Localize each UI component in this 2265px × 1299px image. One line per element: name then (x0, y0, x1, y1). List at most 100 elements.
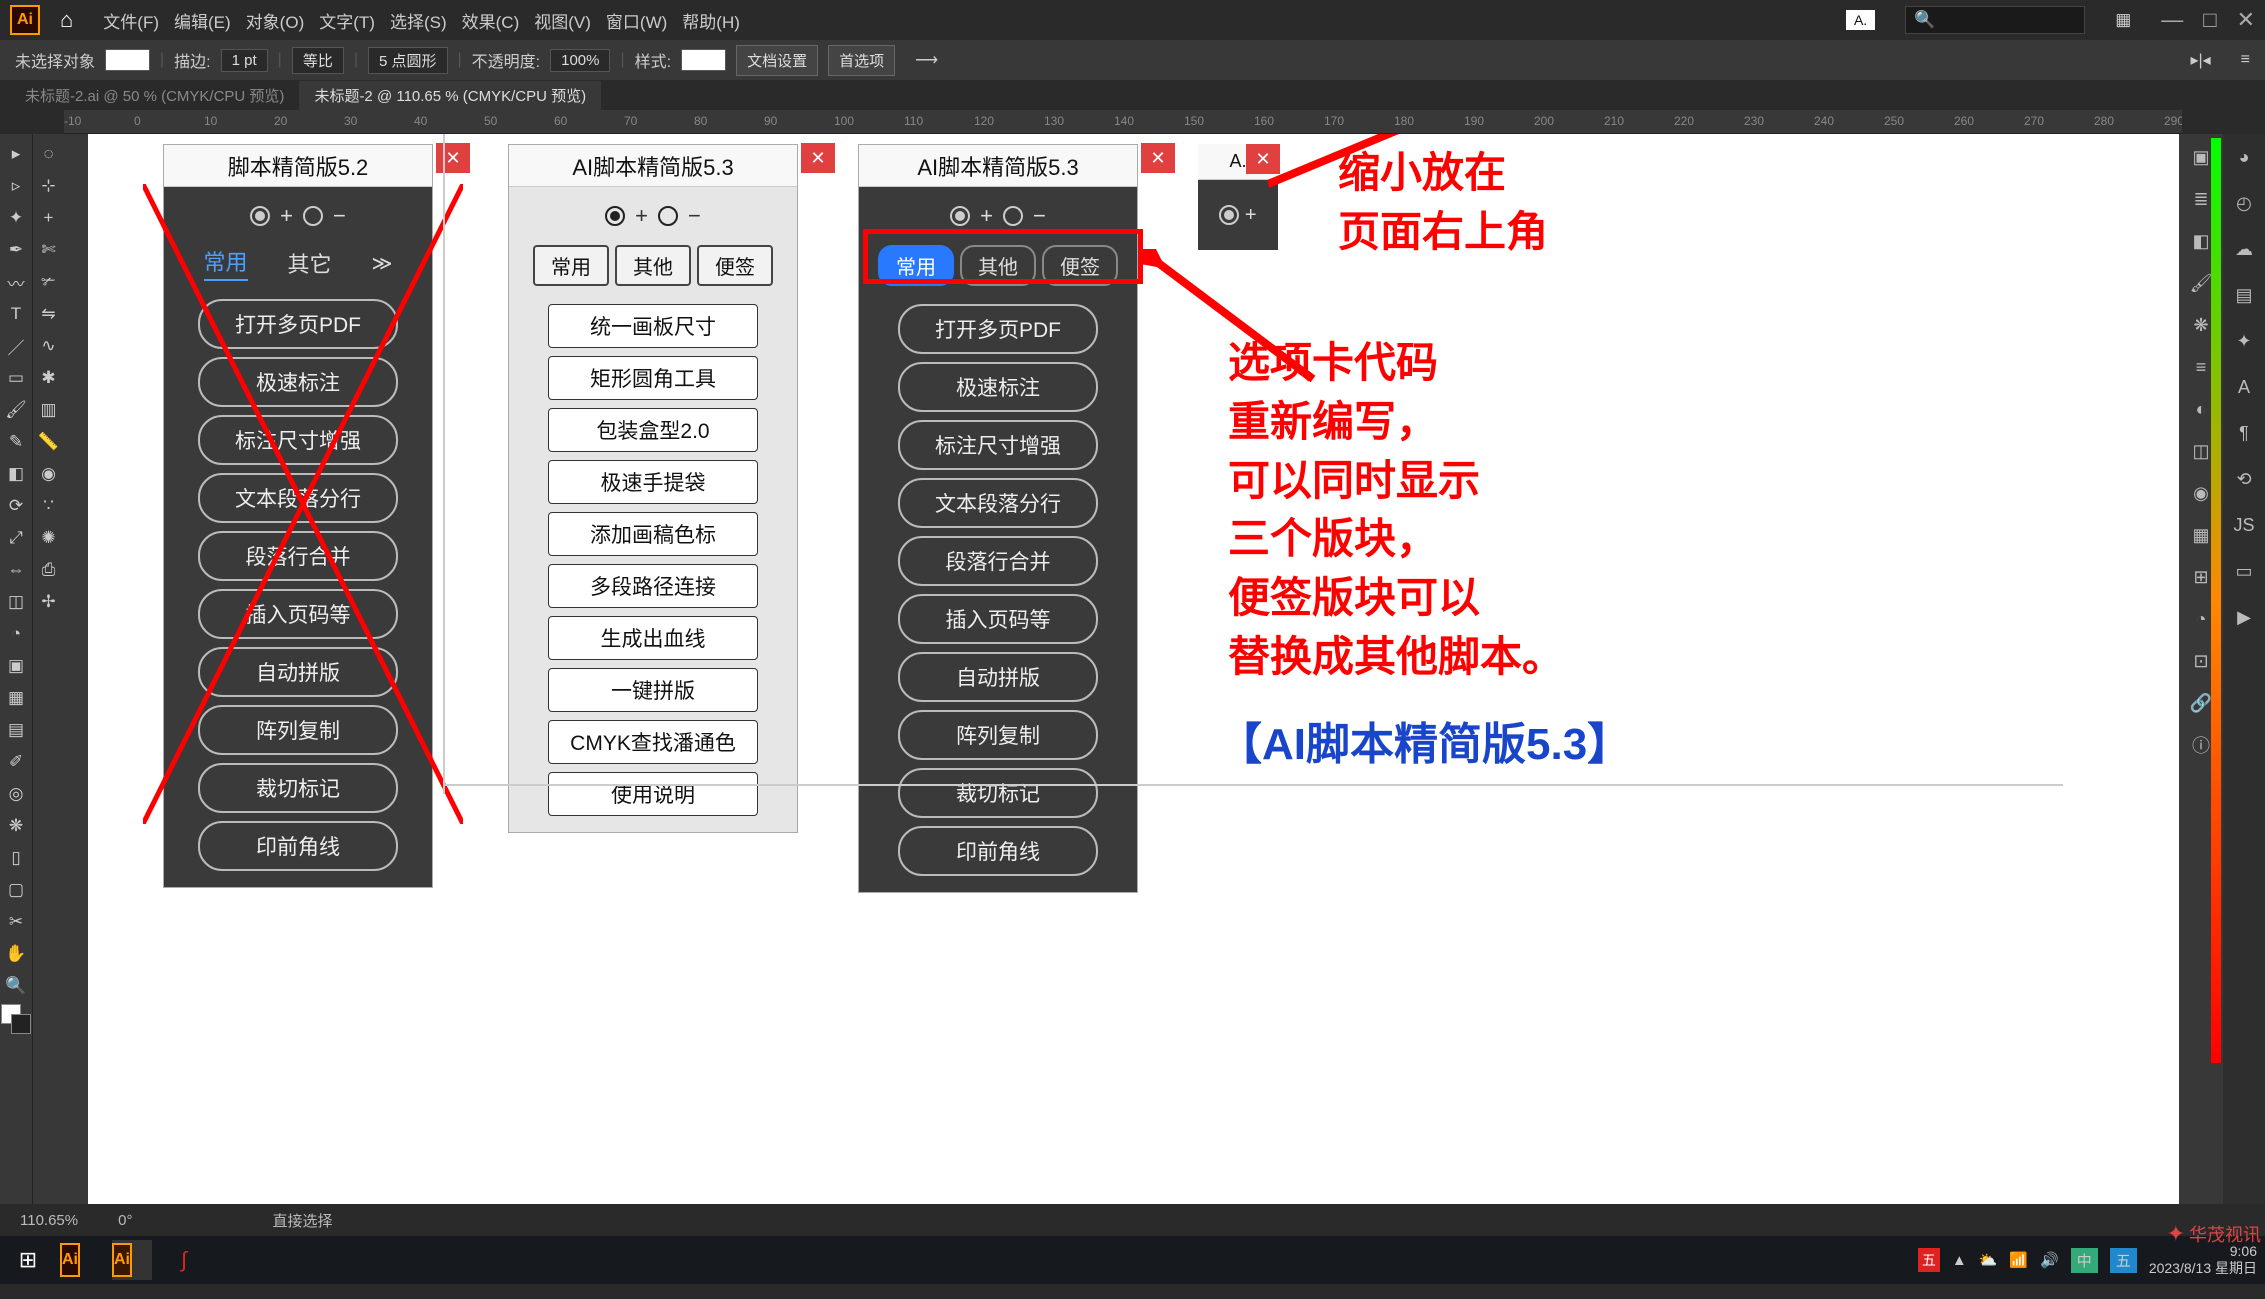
tray-icon[interactable]: ⛅ (1979, 1251, 1998, 1269)
measure-tool[interactable]: 📏 (35, 428, 63, 456)
ai-theme-icon[interactable]: ✦ (2229, 326, 2259, 356)
script-button[interactable]: 阵列复制 (198, 705, 398, 755)
pen-tool[interactable]: ✒ (2, 236, 30, 264)
shape-builder-tool[interactable]: ◔ (2, 620, 30, 648)
script-button[interactable]: 印前角线 (898, 826, 1098, 876)
dock-minimized[interactable]: A. (1846, 10, 1875, 30)
ime-wu[interactable]: 五 (1918, 1248, 1940, 1272)
graph-tool[interactable]: ▯ (2, 844, 30, 872)
mesh-tool[interactable]: ▦ (2, 684, 30, 712)
move-tool[interactable]: ✢ (35, 588, 63, 616)
script-button[interactable]: 打开多页PDF (198, 299, 398, 349)
close-icon[interactable]: ✕ (801, 143, 835, 173)
eraser-tool[interactable]: ◧ (2, 460, 30, 488)
script-button[interactable]: 裁切标记 (198, 763, 398, 813)
radio-icon[interactable] (1219, 205, 1239, 225)
script-button[interactable]: 标注尺寸增强 (898, 420, 1098, 470)
flare-tool[interactable]: ✺ (35, 524, 63, 552)
color-guide-icon[interactable]: ◴ (2229, 188, 2259, 218)
script-button[interactable]: 一键拼版 (548, 668, 758, 712)
taskbar-app[interactable]: ∫ (164, 1240, 204, 1280)
wrinkle-tool[interactable]: ∿ (35, 332, 63, 360)
symbol-tool[interactable]: ❋ (2, 812, 30, 840)
menu-effect[interactable]: 效果(C) (462, 8, 520, 33)
tab-other[interactable]: 其他 (615, 245, 691, 286)
char-panel-icon[interactable]: A (2229, 372, 2259, 402)
css-icon[interactable]: ⟲ (2229, 464, 2259, 494)
hand-tool[interactable]: ✋ (2, 940, 30, 968)
taskbar-app-active[interactable]: Ai (112, 1240, 152, 1280)
window-close-icon[interactable]: ✕ (2237, 7, 2255, 33)
canvas[interactable]: 脚本精简版5.2 ✕ + − 常用 其它 ≫ 打开多页PDF 极速标注 标注尺寸… (88, 134, 2179, 1204)
close-icon[interactable]: ✕ (1141, 143, 1175, 173)
scissors-tool[interactable]: ✃ (35, 268, 63, 296)
brush-preset[interactable]: 5 点圆形 (368, 47, 448, 74)
script-button[interactable]: 段落行合并 (198, 531, 398, 581)
gradient-tool[interactable]: ▤ (2, 716, 30, 744)
radio-icon[interactable] (250, 206, 270, 226)
global-search[interactable]: 🔍 (1905, 6, 2085, 34)
doc-setup-button[interactable]: 文档设置 (736, 45, 818, 76)
align-icon[interactable]: ⟶ (915, 50, 938, 70)
tab-common[interactable]: 常用 (533, 245, 609, 286)
script-button[interactable]: 自动拼版 (198, 647, 398, 697)
menu-edit[interactable]: 编辑(E) (174, 8, 231, 33)
tray-icon[interactable]: 📶 (2009, 1251, 2028, 1269)
taskbar-app[interactable]: Ai (60, 1240, 100, 1280)
slice-tool[interactable]: ✂ (2, 908, 30, 936)
script-button[interactable]: 添加画稿色标 (548, 512, 758, 556)
chevron-right-icon[interactable]: ≫ (372, 251, 393, 276)
script-button[interactable]: 极速手提袋 (548, 460, 758, 504)
menu-window[interactable]: 窗口(W) (606, 8, 667, 33)
script-button[interactable]: 极速标注 (198, 357, 398, 407)
script-button[interactable]: 裁切标记 (898, 768, 1098, 818)
fill-swatch[interactable] (105, 49, 150, 71)
script-button[interactable]: 包装盒型2.0 (548, 408, 758, 452)
panel-expand-icon[interactable]: ▸|◂ (2190, 50, 2210, 70)
window-min-icon[interactable]: — (2161, 7, 2183, 33)
play-icon[interactable]: ▶ (2229, 602, 2259, 632)
script-button[interactable]: 生成出血线 (548, 616, 758, 660)
ime-wu[interactable]: 五 (2110, 1248, 2137, 1273)
add-anchor-tool[interactable]: + (35, 204, 63, 232)
ime-indicator[interactable]: 中 (2071, 1248, 2098, 1273)
artboard-tool[interactable]: ▢ (2, 876, 30, 904)
eyedropper-tool[interactable]: ✐ (2, 748, 30, 776)
script-button[interactable]: 印前角线 (198, 821, 398, 871)
hamburger-icon[interactable]: ≡ (2241, 51, 2250, 69)
script-button[interactable]: 标注尺寸增强 (198, 415, 398, 465)
home-icon[interactable]: ⌂ (60, 7, 73, 33)
line-tool[interactable]: ／ (2, 332, 30, 360)
para-panel-icon[interactable]: ¶ (2229, 418, 2259, 448)
close-icon[interactable]: ✕ (436, 143, 470, 173)
script-button[interactable]: 矩形圆角工具 (548, 356, 758, 400)
shaper-tool[interactable]: ✎ (2, 428, 30, 456)
radio-icon[interactable] (658, 206, 678, 226)
clock[interactable]: 9:062023/8/13 星期日 (2149, 1243, 2257, 1277)
free-transform-tool[interactable]: ◫ (2, 588, 30, 616)
spray-tool[interactable]: ∵ (35, 492, 63, 520)
radio-icon[interactable] (1003, 206, 1023, 226)
zoom-tool[interactable]: 🔍 (2, 972, 30, 1000)
tab-notes[interactable]: 便签 (697, 245, 773, 286)
scale-mode[interactable]: 等比 (292, 47, 344, 74)
menu-help[interactable]: 帮助(H) (682, 8, 740, 33)
script-button[interactable]: 自动拼版 (898, 652, 1098, 702)
prefs-button[interactable]: 首选项 (828, 45, 895, 76)
menu-file[interactable]: 文件(F) (103, 8, 159, 33)
stroke-weight[interactable]: 1 pt (221, 49, 268, 72)
artboards-icon[interactable]: ▭ (2229, 556, 2259, 586)
polar-tool[interactable]: ◉ (35, 460, 63, 488)
scale-tool[interactable]: ⤢ (2, 524, 30, 552)
print-tool[interactable]: ⎙ (35, 556, 63, 584)
blend-tool[interactable]: ◎ (2, 780, 30, 808)
script-button[interactable]: 插入页码等 (198, 589, 398, 639)
tab-common[interactable]: 常用 (204, 245, 248, 281)
perspective-tool[interactable]: ▣ (2, 652, 30, 680)
width-tool[interactable]: ⇔ (2, 556, 30, 584)
fill-stroke-tool[interactable] (1, 1004, 31, 1034)
magic-wand-tool[interactable]: ✦ (2, 204, 30, 232)
tab-other[interactable]: 其它 (288, 247, 332, 279)
curvature-tool[interactable]: 〰 (2, 268, 30, 296)
tray-icon[interactable]: 🔊 (2040, 1251, 2059, 1269)
